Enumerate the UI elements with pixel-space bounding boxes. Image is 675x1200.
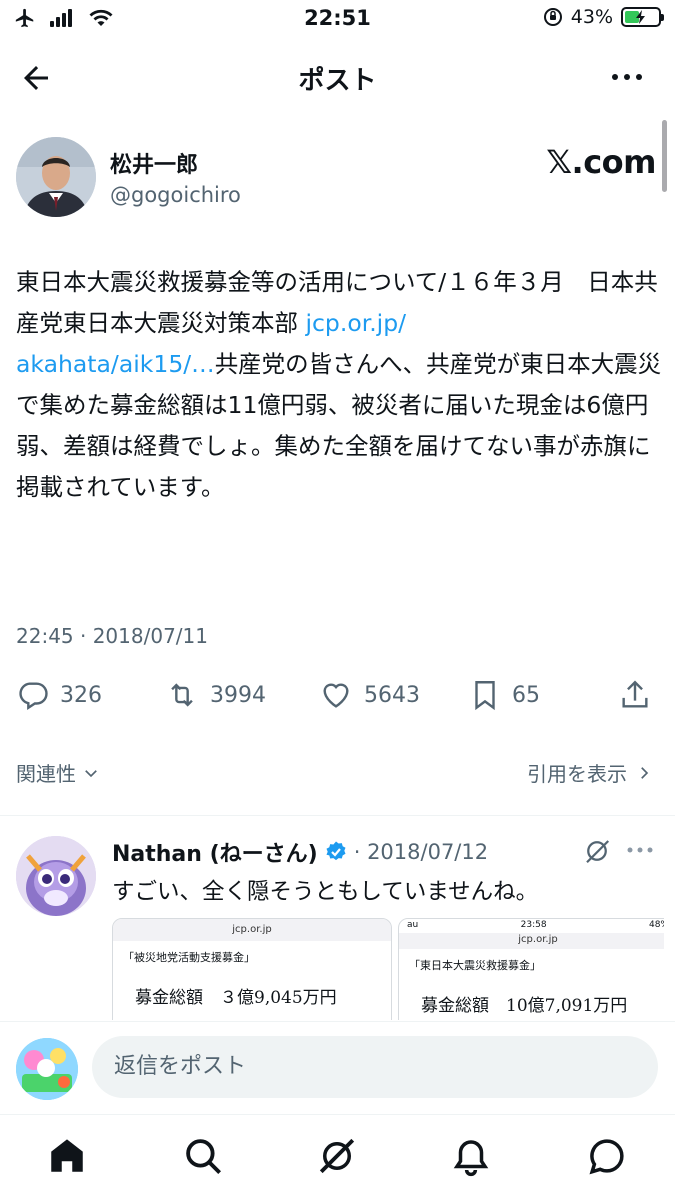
repost-count: 3994 xyxy=(210,682,266,708)
post-actions: 326 3994 5643 65 xyxy=(16,678,656,718)
bookmark-icon xyxy=(475,681,495,711)
verified-badge-icon xyxy=(326,841,346,861)
amount-label: 募金総額 xyxy=(421,996,489,1016)
image-amount-row: 募金総額 ３億9,045万円 xyxy=(135,983,391,1008)
repost-icon xyxy=(171,683,193,707)
reply-count: 326 xyxy=(60,682,102,708)
avatar[interactable] xyxy=(16,836,96,916)
notifications-icon[interactable] xyxy=(450,1135,492,1177)
view-quotes-link[interactable]: 引用を表示 xyxy=(527,758,653,787)
reply-text: すごい、全く隠そうともしていませんね。 xyxy=(112,879,539,905)
reply-composer: 返信をポスト xyxy=(0,1021,675,1113)
battery-percent: 43% xyxy=(570,6,613,28)
orientation-lock-icon xyxy=(543,8,562,26)
reply-date: · 2018/07/12 xyxy=(353,840,489,864)
image-amount-row: 募金総額 10億7,091万円 xyxy=(421,991,664,1016)
status-right: 43% xyxy=(543,6,664,28)
more-icon[interactable] xyxy=(626,842,654,858)
image-url: jcp.or.jp xyxy=(399,933,664,949)
amount-value: ３億9,045万円 xyxy=(220,988,337,1008)
scrollbar[interactable] xyxy=(662,120,667,192)
reply-author[interactable]: Nathan (ねーさん) · 2018/07/12 xyxy=(112,836,488,868)
grok-icon[interactable] xyxy=(316,1135,358,1177)
repost-button[interactable]: 3994 xyxy=(164,678,266,712)
author-name[interactable]: 松井一郎 xyxy=(110,147,198,179)
amount-value: 10億7,091万円 xyxy=(506,996,628,1016)
amount-label: 募金総額 xyxy=(135,988,203,1008)
avatar[interactable] xyxy=(16,1038,78,1100)
reply-button[interactable]: 326 xyxy=(16,678,102,712)
battery-icon xyxy=(621,7,664,27)
image-battery: 48% xyxy=(648,920,664,930)
image-heading: 「東日本大震災救援募金」 xyxy=(409,959,541,972)
share-button[interactable] xyxy=(618,678,652,712)
search-icon[interactable] xyxy=(182,1135,224,1177)
reply-image[interactable]: au 23:58 48% jcp.or.jp 「東日本大震災救援募金」 募金総額 1… xyxy=(398,918,664,1020)
avatar[interactable] xyxy=(16,137,96,217)
post-author: 松井一郎 @gogoichiro 𝕏.com xyxy=(16,137,656,221)
relevance-label: 関連性 xyxy=(16,762,76,786)
divider xyxy=(0,815,675,816)
relevance-sort[interactable]: 関連性 xyxy=(16,758,100,787)
view-quotes-label: 引用を表示 xyxy=(527,762,627,786)
image-time: 23:58 xyxy=(520,920,547,930)
chevron-right-icon xyxy=(641,766,649,779)
bookmark-count: 65 xyxy=(512,682,540,708)
image-carrier: au xyxy=(407,920,419,930)
grok-icon[interactable] xyxy=(582,836,612,866)
reply-icon xyxy=(19,682,48,710)
reply-image[interactable]: jcp.or.jp 「被災地党活動支援募金」 募金総額 ３億9,045万円 xyxy=(112,918,392,1020)
post-header: ポスト xyxy=(0,46,675,106)
image-status-bar: au 23:58 48% xyxy=(399,919,664,933)
heart-icon xyxy=(323,683,349,708)
reply-item[interactable]: Nathan (ねーさん) · 2018/07/12 すごい、全く隠そうともして… xyxy=(16,836,664,1020)
x-com-logo: 𝕏.com xyxy=(546,143,656,181)
like-count: 5643 xyxy=(364,682,420,708)
image-url: jcp.or.jp xyxy=(113,919,391,941)
chevron-down-icon xyxy=(85,769,97,777)
reply-input[interactable]: 返信をポスト xyxy=(92,1036,658,1098)
page-title: ポスト xyxy=(298,66,377,96)
image-heading: 「被災地党活動支援募金」 xyxy=(123,951,255,964)
tab-bar xyxy=(0,1114,675,1200)
status-bar: 22:51 43% xyxy=(0,0,675,40)
home-icon[interactable] xyxy=(46,1135,88,1177)
bookmark-button[interactable]: 65 xyxy=(468,678,540,712)
more-icon[interactable] xyxy=(609,62,645,92)
messages-icon[interactable] xyxy=(586,1135,628,1177)
author-handle[interactable]: @gogoichiro xyxy=(110,183,241,207)
like-button[interactable]: 5643 xyxy=(318,678,420,712)
post-timestamp[interactable]: 22:45 · 2018/07/11 xyxy=(16,624,208,648)
post-text: 東日本大震災救援募金等の活用について/１６年３月 日本共産党東日本大震災対策本部… xyxy=(16,262,664,508)
reply-author-name: Nathan (ねーさん) xyxy=(112,842,318,867)
share-icon xyxy=(622,680,648,708)
